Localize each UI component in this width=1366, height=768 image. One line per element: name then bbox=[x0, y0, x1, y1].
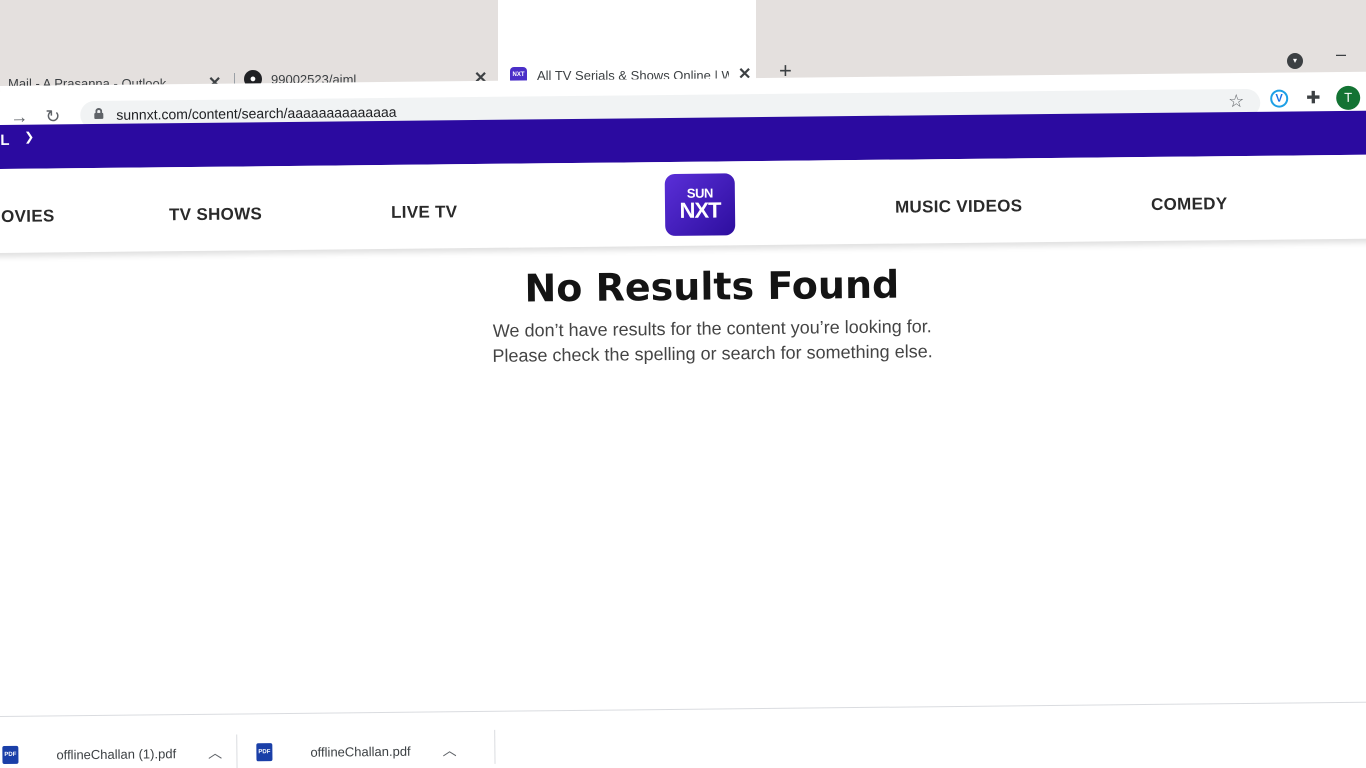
minimize-button[interactable]: – bbox=[1336, 44, 1346, 65]
pdf-file-icon: PDF bbox=[256, 743, 273, 762]
download-separator bbox=[236, 734, 238, 768]
nav-live-tv[interactable]: LIVE TV bbox=[391, 202, 458, 223]
tab-search-icon[interactable]: ▾ bbox=[1287, 53, 1303, 69]
language-selector[interactable]: L bbox=[0, 132, 10, 149]
nav-tv-shows[interactable]: TV SHOWS bbox=[169, 204, 262, 225]
download-separator bbox=[494, 729, 496, 764]
chevron-down-icon[interactable]: ❯ bbox=[24, 130, 34, 144]
download-item[interactable]: PDF offlineChallan (1).pdf ︿ bbox=[2, 743, 222, 765]
page-content: L ❯ OVIES TV SHOWS LIVE TV SUN NXT MUSIC… bbox=[0, 99, 1366, 734]
site-navbar: OVIES TV SHOWS LIVE TV SUN NXT MUSIC VID… bbox=[0, 154, 1366, 254]
sunnxt-logo[interactable]: SUN NXT bbox=[664, 173, 736, 237]
nav-comedy[interactable]: COMEDY bbox=[1151, 194, 1228, 215]
chevron-up-icon[interactable]: ︿ bbox=[443, 740, 457, 760]
download-item[interactable]: PDF offlineChallan.pdf ︿ bbox=[256, 740, 457, 762]
download-filename: offlineChallan (1).pdf bbox=[56, 745, 177, 762]
download-filename: offlineChallan.pdf bbox=[310, 743, 411, 760]
logo-nxt-text: NXT bbox=[679, 197, 721, 223]
nav-music-videos[interactable]: MUSIC VIDEOS bbox=[895, 196, 1023, 217]
no-results-title: No Results Found bbox=[524, 262, 900, 311]
nav-movies[interactable]: OVIES bbox=[1, 206, 55, 227]
chevron-up-icon[interactable]: ︿ bbox=[208, 743, 222, 763]
pdf-file-icon: PDF bbox=[2, 745, 19, 764]
